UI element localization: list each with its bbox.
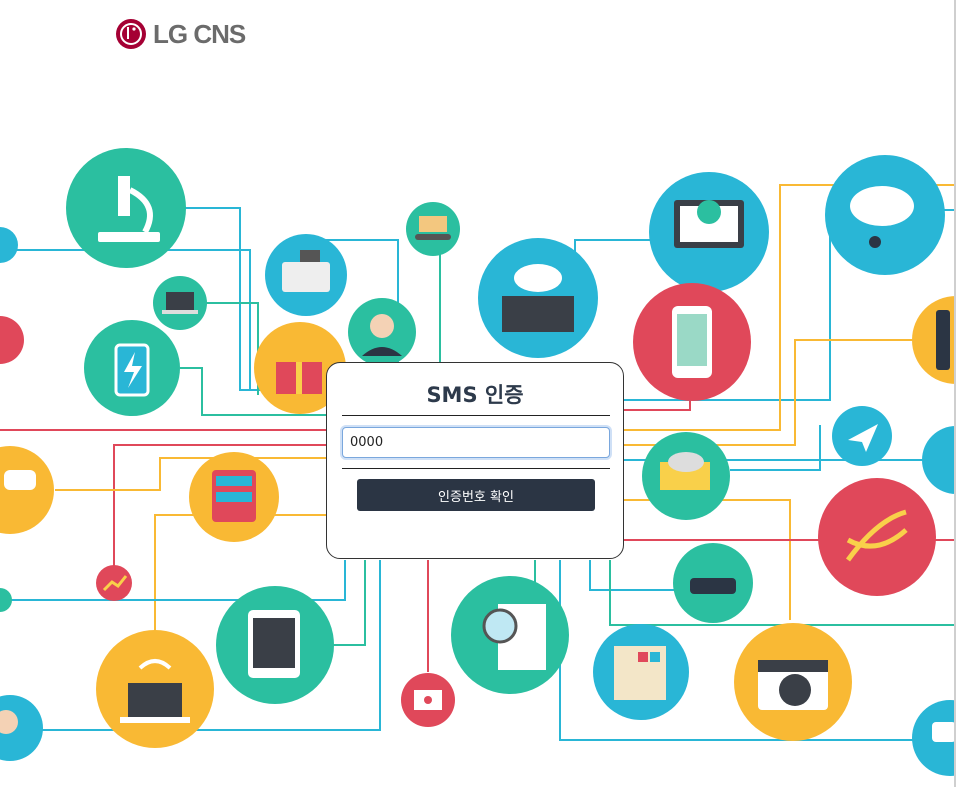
lg-logo-icon (116, 19, 146, 49)
sms-verification-dialog: SMS 인증 인증번호 확인 (326, 362, 624, 559)
truck-icon (642, 432, 730, 520)
microscope-icon (66, 148, 186, 268)
camera-icon (734, 623, 852, 741)
dialog-title: SMS 인증 (426, 383, 524, 407)
verification-code-input[interactable] (342, 427, 610, 458)
mail-heart-icon (401, 673, 455, 727)
car-icon (673, 543, 753, 623)
brand-name: LG CNS (153, 18, 246, 49)
tablet-chart-icon (216, 586, 334, 704)
double-decker-bus-icon (189, 452, 279, 542)
brand-logo: LG CNS (115, 18, 246, 50)
battery-icon (84, 320, 180, 416)
report-search-icon (451, 576, 569, 694)
speech-dots-icon (912, 426, 956, 776)
monitor-download-icon (649, 172, 769, 292)
laptop-cart-icon (153, 276, 207, 330)
color-palette-icon (593, 624, 689, 720)
confirm-code-button[interactable]: 인증번호 확인 (357, 479, 595, 511)
chat-bubble-icon (0, 316, 54, 534)
phone-map-icon (633, 283, 751, 401)
slider-icon (912, 296, 956, 384)
divider-top (342, 415, 610, 416)
wifi-laptop-icon (96, 630, 214, 748)
cloud-server-icon (478, 238, 598, 358)
paper-plane-icon (832, 406, 892, 466)
divider-bottom (342, 468, 610, 469)
cloud-music-icon (825, 155, 945, 275)
woman-avatar-icon (348, 298, 416, 366)
dna-icon (818, 478, 936, 596)
man-avatar-icon (0, 695, 43, 761)
cash-register-icon (265, 234, 347, 316)
conveyor-box-icon (406, 202, 460, 256)
growth-chart-icon (96, 565, 132, 601)
